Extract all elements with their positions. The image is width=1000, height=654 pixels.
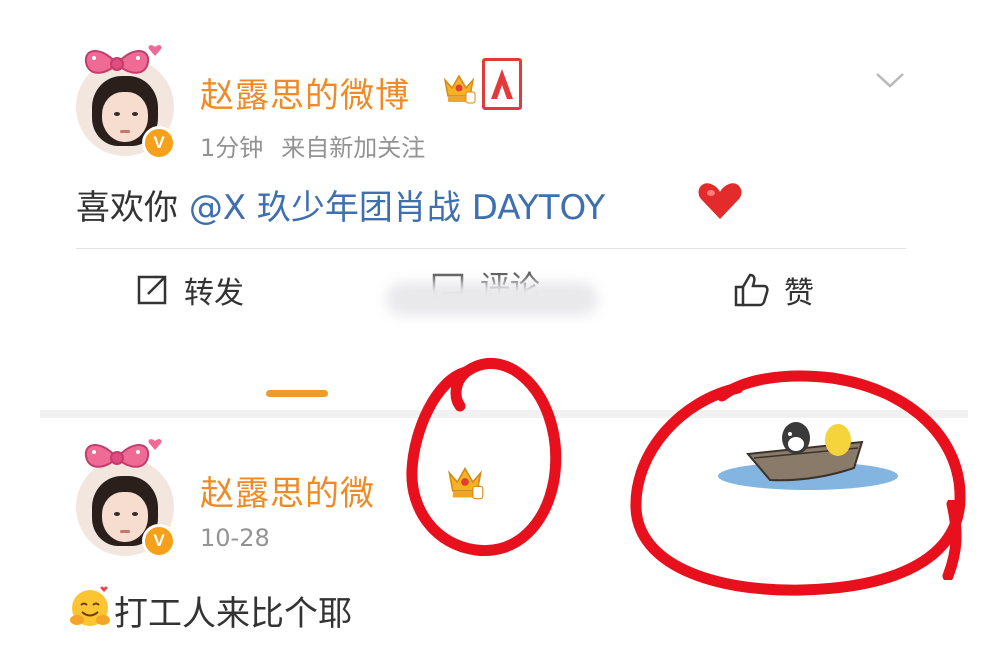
- hug-emoji-icon: [70, 586, 110, 626]
- post2-content: 打工人来比个耶: [114, 594, 352, 634]
- heart-emoji-icon: [698, 183, 742, 219]
- bow-icon: [84, 50, 150, 74]
- crown-icon: [443, 74, 476, 104]
- annotation-circle-sticker: [630, 370, 966, 596]
- chevron-down-icon[interactable]: [874, 70, 906, 90]
- avatar[interactable]: V: [76, 439, 176, 558]
- blur-mask: [386, 282, 598, 316]
- annotation-stroke: [942, 500, 962, 580]
- post-meta: 1分钟 来自新加关注: [200, 128, 425, 163]
- thumbs-up-icon: [734, 273, 769, 307]
- like-button[interactable]: 赞: [732, 268, 814, 312]
- tab-indicator: [266, 390, 328, 397]
- verified-badge-icon: V: [142, 126, 176, 160]
- heart-sticker-icon: [148, 439, 162, 450]
- post-text: 喜欢你: [76, 188, 189, 228]
- post-username[interactable]: 赵露思的微博: [200, 68, 410, 117]
- like-label: 赞: [784, 276, 814, 311]
- avatar[interactable]: V: [76, 45, 176, 160]
- repost-button[interactable]: 转发: [134, 268, 244, 312]
- post-time: 1分钟: [200, 134, 264, 162]
- divider: [76, 248, 906, 249]
- highlight-box: [482, 58, 522, 110]
- repost-icon: [137, 275, 167, 305]
- annotation-circle-crown: [406, 358, 562, 557]
- post-source: 来自新加关注: [281, 134, 426, 162]
- post-content: 喜欢你 @X 玖少年团肖战 DAYTOY: [76, 180, 605, 229]
- bow-icon: [84, 444, 150, 468]
- vip-a-icon: [491, 69, 513, 99]
- heart-sticker-icon: [148, 45, 162, 56]
- verified-badge-icon: V: [142, 524, 176, 558]
- post-username[interactable]: 赵露思的微: [200, 466, 375, 515]
- mention-link[interactable]: @X 玖少年团肖战 DAYTOY: [189, 188, 605, 228]
- post-time: 10-28: [200, 524, 270, 552]
- repost-label: 转发: [184, 276, 244, 311]
